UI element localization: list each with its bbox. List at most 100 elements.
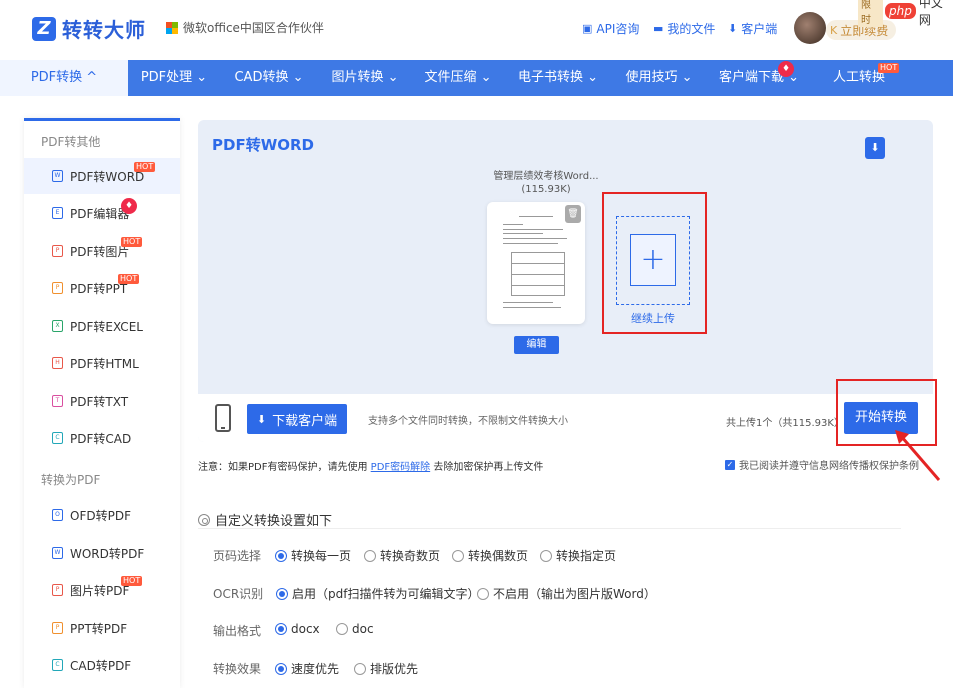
upload-panel: PDF转WORD ⬇ 管理层绩效考核Word... (115.93K) 🗑 编辑…	[198, 120, 933, 442]
radio-specific-pages[interactable]: 转换指定页	[540, 547, 616, 564]
logo[interactable]: Z 转转大师	[32, 14, 146, 43]
my-files-label: 我的文件	[667, 22, 716, 36]
nav-label: CAD转换 ⌄	[234, 70, 304, 85]
hot-badge: HOT	[121, 576, 143, 586]
word-file-icon: W	[52, 170, 63, 182]
convert-effect-label: 转换效果	[213, 662, 262, 676]
radio-layout-first[interactable]: 排版优先	[354, 660, 418, 677]
radio-odd-pages[interactable]: 转换奇数页	[364, 547, 440, 564]
sidebar-item-pdf-to-cad[interactable]: C PDF转CAD	[24, 420, 180, 456]
radio-speed-first[interactable]: 速度优先	[275, 660, 339, 677]
my-files-link[interactable]: ▬ 我的文件	[653, 20, 715, 37]
notice-suffix: 去除加密保护再上传文件	[433, 462, 544, 473]
page-select-label: 页码选择	[213, 549, 262, 563]
brand-name: 转转大师	[62, 18, 146, 42]
nav-tips[interactable]: 使用技巧 ⌄	[612, 60, 706, 96]
sidebar-item-label: OFD转PDF	[70, 508, 131, 523]
sidebar-item-pdf-to-image[interactable]: P PDF转图片 HOT	[24, 233, 180, 269]
sidebar-item-label: PDF转EXCEL	[70, 319, 143, 334]
partner-text: 微软office中国区合作伙伴	[183, 21, 324, 35]
folder-icon: ▬	[653, 22, 664, 35]
nav-label: 图片转换 ⌄	[331, 70, 399, 85]
radio-dot	[276, 587, 288, 600]
radio-label: 排版优先	[370, 662, 419, 676]
ppt-file-icon: P	[52, 282, 63, 294]
word-file-icon: W	[52, 547, 63, 559]
sidebar-category: 转换为PDF	[41, 473, 101, 487]
sidebar-item-label: PDF转TXT	[70, 394, 129, 409]
trash-icon[interactable]: 🗑	[565, 205, 581, 223]
nav-ebook-convert[interactable]: 电子书转换 ⌄	[504, 60, 612, 96]
agree-checkbox[interactable]: ✓ 我已阅读并遵守信息网络传播权保护条例	[725, 457, 919, 472]
download-client-button[interactable]: ⬇ 下载客户端	[247, 404, 347, 434]
radio-even-pages[interactable]: 转换偶数页	[452, 547, 528, 564]
limited-badge: 限时	[858, 0, 883, 27]
radio-ocr-disable[interactable]: 不启用（输出为图片版Word）	[477, 585, 656, 602]
sidebar-item-pdf-to-word[interactable]: W PDF转WORD HOT	[24, 158, 180, 194]
radio-dot	[364, 549, 376, 562]
html-file-icon: H	[52, 357, 63, 369]
logo-mark: Z	[32, 16, 56, 41]
radio-label: doc	[352, 622, 374, 636]
radio-dot	[275, 662, 287, 675]
nav-label: PDF处理 ⌄	[140, 70, 208, 85]
radio-ocr-enable[interactable]: 启用（pdf扫描件转为可编辑文字）	[276, 585, 479, 602]
sidebar-item-pdf-to-ppt[interactable]: P PDF转PPT HOT	[24, 270, 180, 306]
file-name: 管理层绩效考核Word... (115.93K)	[478, 170, 614, 196]
nav-image-convert[interactable]: 图片转换 ⌄	[318, 60, 412, 96]
radio-dot	[275, 549, 287, 562]
avatar[interactable]	[794, 12, 826, 44]
radio-dot	[540, 549, 552, 562]
sidebar-item-label: PDF转CAD	[70, 431, 132, 446]
sidebar-item-pdf-editor[interactable]: E PDF编辑器 ♦	[24, 195, 180, 231]
sidebar-item-pdf-to-excel[interactable]: X PDF转EXCEL	[24, 308, 180, 344]
upload-total: 共上传1个（共115.93K）	[726, 418, 844, 429]
radio-label: 转换偶数页	[468, 549, 529, 563]
sidebar-item-pdf-to-html[interactable]: H PDF转HTML	[24, 345, 180, 381]
radio-label: 速度优先	[291, 662, 340, 676]
nav-label: 使用技巧 ⌄	[625, 70, 693, 85]
radio-doc[interactable]: doc	[336, 622, 374, 636]
chat-icon: ▣	[582, 22, 593, 35]
edit-button[interactable]: 编辑	[514, 336, 559, 354]
highlight-upload	[602, 192, 707, 334]
sidebar-item-ppt-to-pdf[interactable]: P PPT转PDF	[24, 610, 180, 646]
sidebar-item-pdf-to-txt[interactable]: T PDF转TXT	[24, 383, 180, 419]
nav-cad-convert[interactable]: CAD转换 ⌄	[220, 60, 318, 96]
nav-pdf-convert[interactable]: PDF转换 ^	[0, 60, 128, 96]
sidebar-item-word-to-pdf[interactable]: W WORD转PDF	[24, 535, 180, 571]
sidebar-item-ofd-to-pdf[interactable]: O OFD转PDF	[24, 497, 180, 533]
download-icon[interactable]: ⬇	[865, 137, 885, 159]
radio-every-page[interactable]: 转换每一页	[275, 547, 351, 564]
sidebar-item-cad-to-pdf[interactable]: C CAD转PDF	[24, 647, 180, 683]
radio-dot	[336, 623, 348, 635]
api-consult-link[interactable]: ▣ API咨询	[582, 20, 639, 37]
nav-client-download[interactable]: 客户端下载 ⌄ ♦	[706, 60, 812, 96]
download-icon: ⬇	[256, 412, 267, 426]
partner-badge: 微软office中国区合作伙伴	[166, 19, 324, 36]
radio-dot	[477, 587, 489, 600]
sidebar-item-label: PPT转PDF	[70, 621, 128, 636]
download-icon: ⬇	[728, 22, 738, 35]
nav-pdf-process[interactable]: PDF处理 ⌄	[128, 60, 220, 96]
checkbox-icon[interactable]: ✓	[725, 459, 735, 470]
radio-docx[interactable]: docx	[275, 622, 320, 636]
file-thumbnail[interactable]: 🗑	[487, 202, 585, 324]
notice-prefix: 注意：如果PDF有密码保护，请先使用	[198, 462, 368, 473]
fire-icon: ♦	[121, 198, 137, 214]
fire-icon: ♦	[778, 61, 794, 77]
nav-label: PDF转换 ^	[30, 70, 98, 85]
nav-file-compress[interactable]: 文件压缩 ⌄	[412, 60, 504, 96]
txt-file-icon: T	[52, 395, 63, 407]
nav-label: 文件压缩 ⌄	[424, 70, 492, 85]
api-consult-label: API咨询	[596, 22, 640, 36]
radio-label: 启用（pdf扫描件转为可编辑文字）	[292, 587, 480, 601]
client-link[interactable]: ⬇ 客户端	[728, 20, 777, 37]
nav-manual-convert[interactable]: 人工转换 HOT	[812, 60, 906, 96]
pdf-password-link[interactable]: PDF密码解除	[371, 462, 430, 473]
sidebar-item-label: PDF转HTML	[70, 356, 139, 371]
radio-label: 转换每一页	[291, 549, 352, 563]
radio-label: docx	[291, 622, 320, 636]
sidebar-item-image-to-pdf[interactable]: P 图片转PDF HOT	[24, 572, 180, 608]
gear-icon	[198, 513, 210, 526]
